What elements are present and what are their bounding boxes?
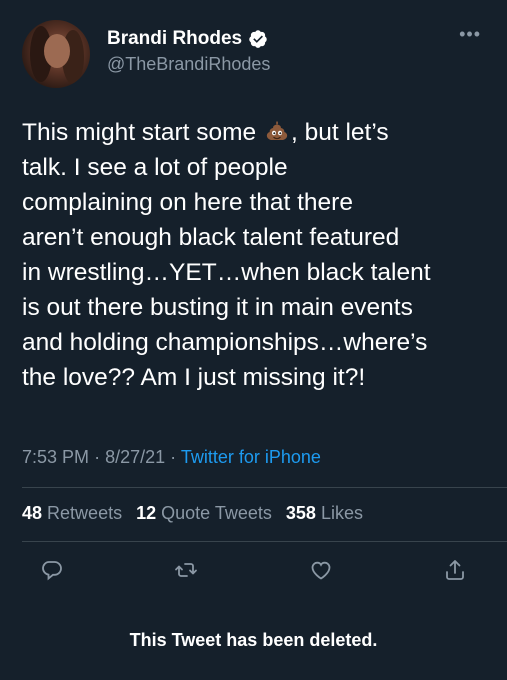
author-handle[interactable]: @TheBrandiRhodes [107, 54, 270, 75]
reply-icon[interactable] [40, 558, 64, 582]
divider [22, 487, 507, 488]
tweet-header: Brandi Rhodes @TheBrandiRhodes ••• [22, 20, 487, 88]
avatar[interactable] [22, 20, 90, 88]
meta-separator: · [170, 447, 177, 467]
engagement-stats: 48 Retweets 12 Quote Tweets 358 Likes [22, 503, 363, 524]
tweet-time[interactable]: 7:53 PM [22, 447, 89, 467]
divider [22, 541, 507, 542]
quote-tweets-count: 12 [136, 503, 157, 523]
share-icon[interactable] [443, 558, 467, 582]
display-name[interactable]: Brandi Rhodes [107, 28, 242, 50]
tweet-text-part-1: This might start some [22, 119, 263, 146]
likes-label: Likes [320, 503, 363, 523]
quote-tweets-stat[interactable]: 12 Quote Tweets [136, 503, 272, 524]
pile-of-poo-emoji-icon [266, 121, 288, 140]
tweet-text-part-2: , but let’s talk. I see a lot of people … [22, 119, 431, 391]
author-name-row[interactable]: Brandi Rhodes [107, 28, 268, 50]
heart-icon[interactable] [309, 558, 333, 582]
retweets-count: 48 [22, 503, 43, 523]
likes-count: 358 [285, 503, 316, 523]
retweets-stat[interactable]: 48 Retweets [22, 503, 122, 524]
retweets-label: Retweets [47, 503, 123, 523]
tweet-source-link[interactable]: Twitter for iPhone [181, 447, 321, 467]
action-bar [40, 558, 467, 584]
likes-stat[interactable]: 358 Likes [286, 503, 363, 524]
verified-badge-icon [249, 30, 267, 48]
tweet-meta: 7:53 PM · 8/27/21 · Twitter for iPhone [22, 447, 321, 468]
tweet-text: This might start some , but let’s talk. … [22, 115, 492, 395]
tweet-date[interactable]: 8/27/21 [105, 447, 165, 467]
quote-tweets-label: Quote Tweets [161, 503, 272, 523]
more-options-icon[interactable]: ••• [459, 24, 481, 45]
meta-separator: · [94, 447, 101, 467]
retweet-icon[interactable] [174, 558, 198, 582]
deleted-notice: This Tweet has been deleted. [129, 630, 378, 650]
